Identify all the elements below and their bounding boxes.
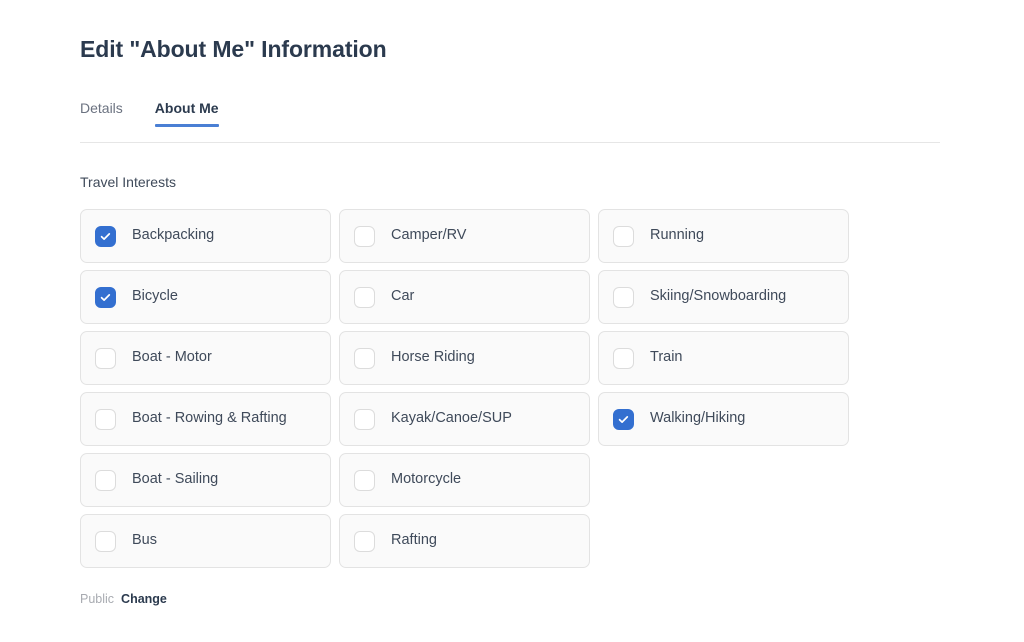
option-horse-riding[interactable]: Horse Riding	[339, 331, 590, 385]
option-label: Kayak/Canoe/SUP	[391, 410, 512, 427]
checkbox-checked-icon[interactable]	[95, 225, 116, 247]
checkbox-unchecked-icon[interactable]	[354, 408, 375, 430]
option-label: Bus	[132, 532, 157, 549]
option-bus[interactable]: Bus	[80, 514, 331, 568]
checkbox-unchecked-icon[interactable]	[613, 225, 634, 247]
checkbox-unchecked-icon[interactable]	[95, 530, 116, 552]
option-skiing-snowboarding[interactable]: Skiing/Snowboarding	[598, 270, 849, 324]
option-label: Car	[391, 288, 415, 305]
travel-interests-label: Travel Interests	[80, 174, 176, 190]
option-label: Skiing/Snowboarding	[650, 288, 787, 305]
visibility-change-button[interactable]: Change	[121, 592, 167, 606]
option-label: Boat - Sailing	[132, 471, 219, 488]
option-label: Rafting	[391, 532, 437, 549]
tab-about-me[interactable]: About Me	[154, 101, 219, 127]
checkbox-unchecked-icon[interactable]	[95, 347, 116, 369]
option-label: Running	[650, 227, 705, 244]
option-motorcycle[interactable]: Motorcycle	[339, 453, 590, 507]
checkbox-unchecked-icon[interactable]	[95, 469, 116, 491]
option-label: Boat - Rowing & Rafting	[132, 410, 287, 427]
travel-interests-checkbox-grid: Backpacking Camper/RV Running Bicycle Car Ski…	[80, 209, 854, 568]
tab-bar: Details About Me	[80, 101, 940, 143]
option-car[interactable]: Car	[339, 270, 590, 324]
option-bicycle[interactable]: Bicycle	[80, 270, 331, 324]
option-train[interactable]: Train	[598, 331, 849, 385]
option-label: Boat - Motor	[132, 349, 212, 366]
option-label: Backpacking	[132, 227, 215, 244]
option-label: Horse Riding	[391, 349, 475, 366]
visibility-state: Public	[80, 592, 115, 606]
visibility-row: Public Change	[80, 592, 1024, 606]
option-rafting[interactable]: Rafting	[339, 514, 590, 568]
tab-details[interactable]: Details	[80, 101, 123, 127]
grid-filler	[598, 514, 849, 568]
grid-filler	[598, 453, 849, 507]
checkbox-checked-icon[interactable]	[95, 286, 116, 308]
option-boat-rowing-rafting[interactable]: Boat - Rowing & Rafting	[80, 392, 331, 446]
option-boat-motor[interactable]: Boat - Motor	[80, 331, 331, 385]
option-walking-hiking[interactable]: Walking/Hiking	[598, 392, 849, 446]
option-label: Bicycle	[132, 288, 178, 305]
option-running[interactable]: Running	[598, 209, 849, 263]
option-label: Walking/Hiking	[650, 410, 746, 427]
option-label: Camper/RV	[391, 227, 467, 244]
checkbox-checked-icon[interactable]	[613, 408, 634, 430]
option-label: Train	[650, 349, 683, 366]
option-boat-sailing[interactable]: Boat - Sailing	[80, 453, 331, 507]
option-camper-rv[interactable]: Camper/RV	[339, 209, 590, 263]
checkbox-unchecked-icon[interactable]	[613, 347, 634, 369]
checkbox-unchecked-icon[interactable]	[95, 408, 116, 430]
option-label: Motorcycle	[391, 471, 462, 488]
checkbox-unchecked-icon[interactable]	[613, 286, 634, 308]
checkbox-unchecked-icon[interactable]	[354, 530, 375, 552]
checkbox-unchecked-icon[interactable]	[354, 347, 375, 369]
page-title: Edit "About Me" Information	[80, 36, 387, 62]
edit-about-me-page: Edit "About Me" Information Details About…	[0, 0, 1024, 642]
checkbox-unchecked-icon[interactable]	[354, 469, 375, 491]
option-kayak-canoe-sup[interactable]: Kayak/Canoe/SUP	[339, 392, 590, 446]
checkbox-unchecked-icon[interactable]	[354, 286, 375, 308]
option-backpacking[interactable]: Backpacking	[80, 209, 331, 263]
checkbox-unchecked-icon[interactable]	[354, 225, 375, 247]
